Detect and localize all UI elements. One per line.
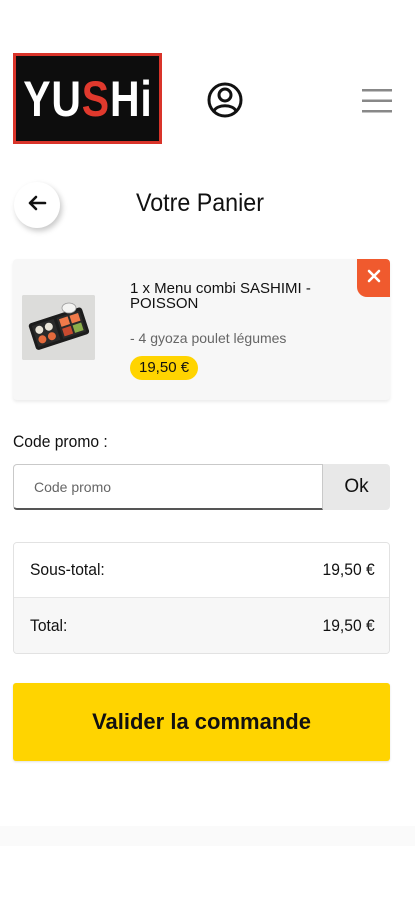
subtotal-row: Sous-total: 19,50 € bbox=[14, 543, 389, 598]
promo-ok-button[interactable]: Ok bbox=[323, 464, 390, 510]
promo-code-input[interactable] bbox=[13, 464, 323, 510]
back-button[interactable] bbox=[14, 182, 60, 228]
item-image bbox=[22, 295, 95, 360]
item-option: - 4 gyoza poulet légumes bbox=[130, 330, 287, 346]
close-icon bbox=[367, 269, 381, 288]
remove-item-button[interactable] bbox=[357, 259, 390, 297]
total-label: Total: bbox=[30, 615, 68, 635]
total-row: Total: 19,50 € bbox=[14, 598, 389, 653]
totals-table: Sous-total: 19,50 € Total: 19,50 € bbox=[13, 542, 390, 654]
header: YUSHi bbox=[0, 0, 415, 160]
footer-divider bbox=[0, 826, 415, 846]
page-title: Votre Panier bbox=[136, 189, 264, 217]
item-price-badge: 19,50 € bbox=[130, 356, 199, 380]
promo-row: Ok bbox=[13, 464, 390, 510]
cart-item: 1 x Menu combi SASHIMI - POISSON - 4 gyo… bbox=[13, 259, 390, 400]
logo-text: YUSHi bbox=[22, 70, 153, 127]
hamburger-menu-icon[interactable] bbox=[360, 86, 394, 116]
user-circle-icon[interactable] bbox=[205, 80, 245, 120]
yushi-logo[interactable]: YUSHi bbox=[13, 53, 162, 144]
promo-label: Code promo : bbox=[13, 432, 108, 451]
subtotal-value: 19,50 € bbox=[322, 560, 375, 579]
validate-order-button[interactable]: Valider la commande bbox=[13, 683, 390, 761]
arrow-left-icon bbox=[27, 195, 47, 216]
subtotal-label: Sous-total: bbox=[30, 560, 105, 579]
total-value: 19,50 € bbox=[322, 615, 375, 635]
item-title: 1 x Menu combi SASHIMI - POISSON bbox=[130, 280, 311, 312]
